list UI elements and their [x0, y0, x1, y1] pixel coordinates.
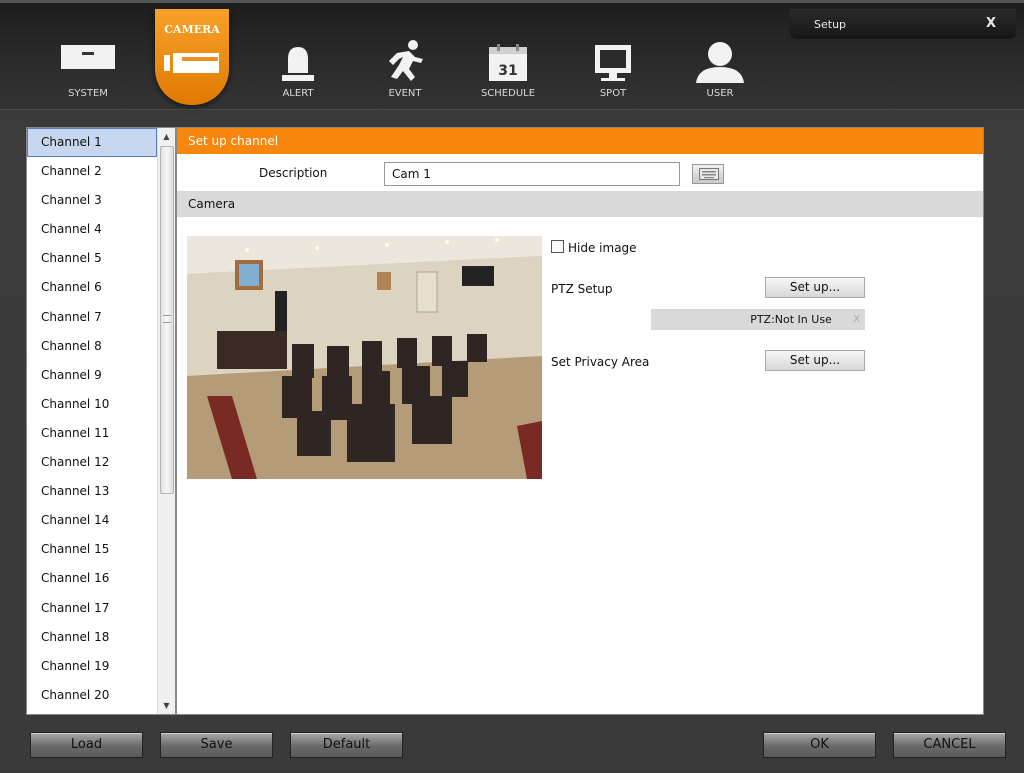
channel-items: Channel 1 Channel 2 Channel 3 Channel 4 Chan…	[27, 128, 175, 710]
description-input[interactable]: Cam 1	[384, 162, 680, 186]
channel-list-item[interactable]: Channel 11	[27, 419, 175, 448]
hide-image-checkbox[interactable]	[551, 240, 564, 253]
camera-icon	[164, 53, 219, 73]
monitor-icon	[595, 45, 631, 81]
ptz-setup-button[interactable]: Set up...	[765, 277, 865, 298]
channel-list-item[interactable]: Channel 3	[27, 186, 175, 215]
channel-list-item[interactable]: Channel 7	[27, 303, 175, 332]
channel-list-item[interactable]: Channel 19	[27, 652, 175, 681]
channel-list-item[interactable]: Channel 18	[27, 623, 175, 652]
channel-list-item[interactable]: Channel 13	[27, 477, 175, 506]
event-icon	[389, 40, 423, 81]
channel-list-item[interactable]: Channel 9	[27, 361, 175, 390]
hide-image-row[interactable]: Hide image	[551, 240, 637, 255]
tab-schedule[interactable]: 31 SCHEDULE	[466, 11, 550, 105]
window-title: Setup	[814, 18, 847, 31]
load-button[interactable]: Load	[30, 732, 143, 758]
tab-label: EVENT	[388, 88, 422, 99]
ptz-clear-button[interactable]: X	[853, 309, 860, 330]
setup-window: SYSTEM CAMERA ALERT EVENT 31 SCHEDULE SP…	[0, 0, 1024, 773]
description-label: Description	[259, 166, 328, 180]
tab-user[interactable]: USER	[678, 11, 762, 105]
tab-label: SPOT	[599, 88, 627, 99]
title-bar: Setup X	[790, 9, 1016, 39]
channel-list-item[interactable]: Channel 5	[27, 244, 175, 273]
channel-list-item[interactable]: Channel 8	[27, 332, 175, 361]
save-button[interactable]: Save	[160, 732, 273, 758]
hide-image-label: Hide image	[568, 241, 637, 255]
system-icon	[61, 45, 115, 69]
tab-alert[interactable]: ALERT	[256, 11, 340, 105]
channel-setup-panel: Set up channel Description Cam 1 Camera	[176, 127, 984, 715]
channel-list-item[interactable]: Channel 12	[27, 448, 175, 477]
default-button[interactable]: Default	[290, 732, 403, 758]
tab-label: ALERT	[282, 88, 314, 99]
main-toolbar: SYSTEM CAMERA ALERT EVENT 31 SCHEDULE SP…	[0, 0, 1024, 110]
virtual-keyboard-button[interactable]	[692, 164, 724, 184]
tab-spot[interactable]: SPOT	[571, 11, 655, 105]
channel-scrollbar[interactable]: ▲ ▼	[157, 128, 175, 714]
privacy-setup-button[interactable]: Set up...	[765, 350, 865, 371]
channel-list-item[interactable]: Channel 20	[27, 681, 175, 710]
calendar-icon: 31	[489, 44, 527, 81]
channel-list-item[interactable]: Channel 2	[27, 157, 175, 186]
scrollbar-thumb[interactable]	[160, 146, 174, 494]
close-button[interactable]: X	[986, 16, 996, 31]
tab-event[interactable]: EVENT	[363, 11, 447, 105]
channel-list-item[interactable]: Channel 10	[27, 390, 175, 419]
channel-list-item[interactable]: Channel 16	[27, 564, 175, 593]
scroll-up-icon[interactable]: ▲	[158, 128, 175, 145]
user-icon	[696, 42, 744, 83]
privacy-area-label: Set Privacy Area	[551, 355, 650, 369]
tab-label: USER	[706, 88, 734, 99]
tab-label: CAMERA	[164, 23, 220, 36]
channel-list: Channel 1 Channel 2 Channel 3 Channel 4 Chan…	[26, 127, 176, 715]
ptz-status-field: PTZ:Not In Use X	[651, 309, 865, 330]
tab-system[interactable]: SYSTEM	[46, 11, 130, 105]
cancel-button[interactable]: CANCEL	[893, 732, 1006, 758]
channel-list-item[interactable]: Channel 1	[27, 128, 157, 158]
channel-list-item[interactable]: Channel 6	[27, 273, 175, 302]
camera-section-header: Camera	[177, 191, 983, 217]
ptz-setup-label: PTZ Setup	[551, 282, 613, 296]
channel-list-item[interactable]: Channel 14	[27, 506, 175, 535]
channel-list-item[interactable]: Channel 15	[27, 535, 175, 564]
channel-list-item[interactable]: Channel 4	[27, 215, 175, 244]
scroll-down-icon[interactable]: ▼	[158, 697, 175, 714]
alert-icon	[282, 47, 314, 81]
tab-label: SYSTEM	[68, 88, 108, 99]
tab-camera[interactable]: CAMERA	[155, 9, 229, 105]
ptz-status-text: PTZ:Not In Use	[750, 313, 832, 326]
ok-button[interactable]: OK	[763, 732, 876, 758]
setup-channel-header: Set up channel	[177, 128, 983, 154]
tab-label: SCHEDULE	[480, 88, 536, 99]
camera-preview-image	[187, 236, 542, 479]
channel-list-item[interactable]: Channel 17	[27, 594, 175, 623]
keyboard-icon	[699, 168, 719, 180]
calendar-day-text: 31	[498, 63, 517, 79]
